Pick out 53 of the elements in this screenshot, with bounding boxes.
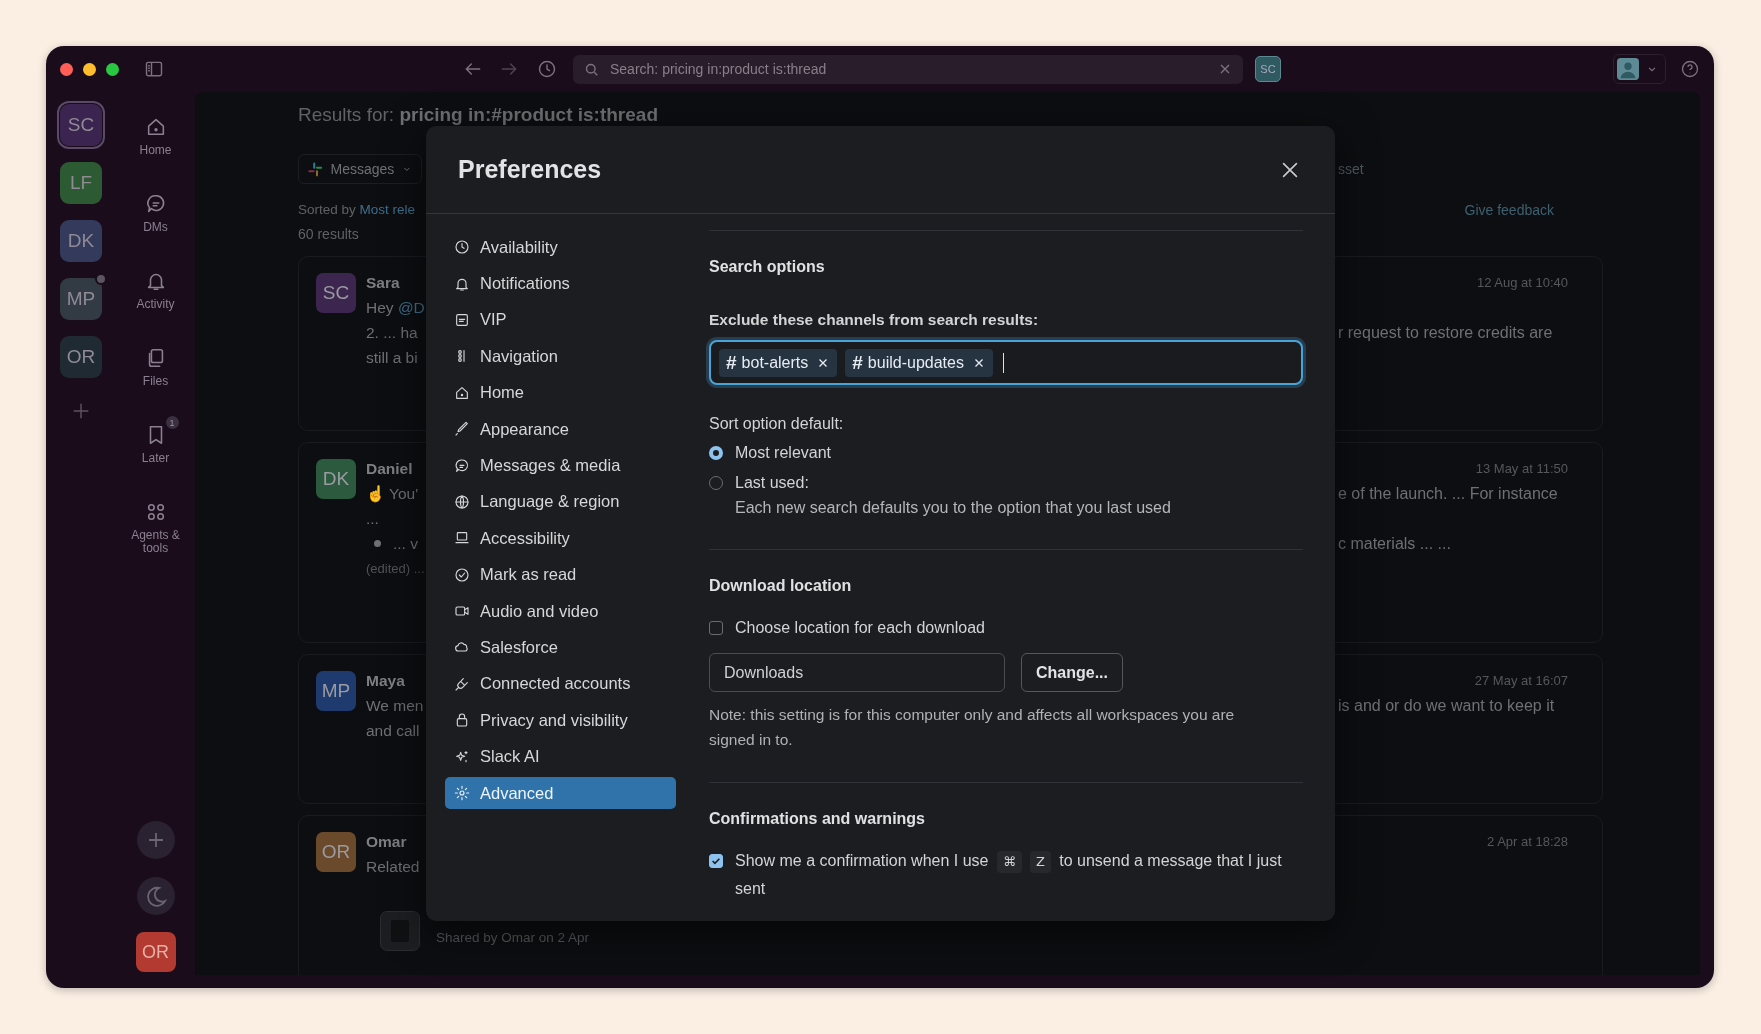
message-text: r request to restore credits are bbox=[1338, 323, 1553, 342]
option-description: Each new search defaults you to the option that you last used bbox=[735, 498, 1171, 518]
section-heading: Search options bbox=[709, 257, 826, 277]
attachment-caption: Shared by Omar on 2 Apr bbox=[435, 929, 590, 945]
result-count: 60 results bbox=[298, 226, 360, 242]
section-heading: Download location bbox=[709, 576, 853, 596]
channel-name: bot-alerts bbox=[741, 353, 809, 372]
message-text: Hey @D bbox=[366, 298, 425, 317]
hash-symbol: # bbox=[852, 351, 863, 374]
message-text: ... v bbox=[393, 534, 418, 553]
checkbox-label: Choose location for each download bbox=[735, 618, 985, 638]
timestamp: 27 May at 16:07 bbox=[1473, 673, 1569, 688]
user-avatar: SC bbox=[316, 273, 356, 313]
field-label: Exclude these channels from search results: bbox=[709, 310, 1040, 330]
timestamp: 2 Apr at 18:28 bbox=[1486, 834, 1569, 849]
author-name: Omar bbox=[366, 832, 408, 851]
user-avatar: DK bbox=[316, 459, 356, 499]
message-text: (edited) ... bbox=[366, 561, 425, 576]
field-label: Sort option default: bbox=[709, 414, 845, 434]
timestamp: 12 Aug at 10:40 bbox=[1475, 275, 1569, 290]
author-name: Maya bbox=[366, 671, 406, 690]
message-text: still a bi bbox=[366, 348, 418, 367]
nav-label: Later bbox=[140, 452, 171, 465]
nav-label: Agents & tools bbox=[130, 529, 181, 555]
checkbox-label: Show me a confirmation when I use ⌘ Z to unsend a message that I just sent bbox=[735, 850, 1283, 899]
message-text: is and or do we want to keep it bbox=[1338, 696, 1555, 715]
option-label: Last used: bbox=[735, 473, 810, 493]
message-text: ... bbox=[366, 509, 379, 528]
message-text: 2. ... ha bbox=[366, 323, 418, 342]
author-name: Daniel bbox=[366, 459, 414, 478]
hash-symbol: # bbox=[726, 351, 737, 374]
user-avatar: OR bbox=[316, 832, 356, 872]
nav-label: DMs bbox=[142, 221, 169, 234]
dialog-title: Preferences bbox=[458, 155, 602, 184]
count-badge: 1 bbox=[165, 416, 179, 429]
results-heading: Results for: pricing in:#product is:thread bbox=[298, 104, 659, 126]
option-label: Most relevant bbox=[735, 443, 832, 463]
user-avatar: MP bbox=[316, 671, 356, 711]
nav-label: Home bbox=[138, 144, 173, 157]
message-text: e of the launch. ... For instance bbox=[1338, 484, 1558, 503]
author-name: Sara bbox=[366, 273, 401, 292]
message-text: ☝ You' bbox=[366, 484, 419, 503]
message-text: and call bbox=[366, 721, 420, 740]
message-text: Related bbox=[366, 857, 420, 876]
nav-label: Activity bbox=[135, 298, 176, 311]
timestamp: 13 May at 11:50 bbox=[1474, 461, 1569, 476]
note-text: Note: this setting is for this computer only and affects all workspaces you are signed in to. bbox=[709, 705, 1236, 750]
sort-text: Sorted by Most rele bbox=[298, 202, 417, 218]
section-heading: Confirmations and warnings bbox=[709, 809, 926, 829]
nav-label: Files bbox=[141, 375, 170, 388]
channel-name: build-updates bbox=[867, 353, 964, 372]
message-text: We men bbox=[366, 696, 424, 715]
message-text: c materials ... ... bbox=[1338, 534, 1451, 553]
